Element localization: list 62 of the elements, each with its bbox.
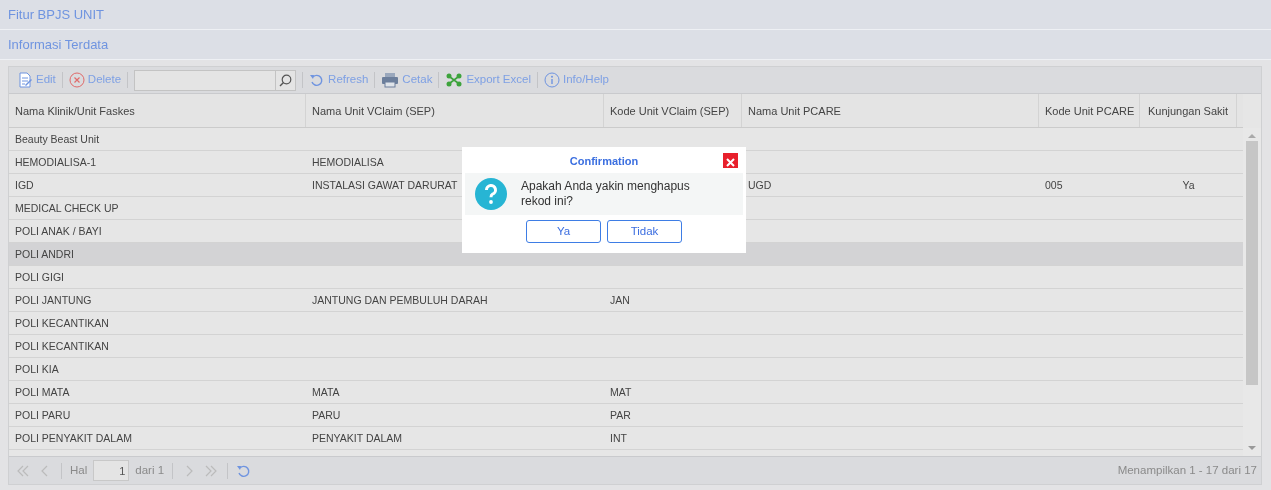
table-cell: Ya (1182, 179, 1195, 191)
table-cell: PAR (610, 409, 631, 421)
table-cell: POLI KECANTIKAN (15, 317, 109, 329)
table-cell: PENYAKIT DALAM (312, 432, 403, 444)
table-cell: Beauty Beast Unit (15, 133, 100, 145)
page-field[interactable]: 1 (93, 460, 130, 481)
table-cell: POLI ANDRI (15, 248, 74, 260)
table-cell: IGD (15, 179, 34, 191)
table-cell: JANTUNG DAN PEMBULUH DARAH (312, 294, 488, 306)
table-cell: JAN (610, 294, 630, 306)
table-cell: HEMODIALISA (312, 156, 384, 168)
table-cell: INSTALASI GAWAT DARURAT (312, 179, 458, 191)
page-label: Hal (70, 462, 88, 478)
table-row[interactable]: POLI KIA (9, 358, 1243, 381)
table-row[interactable]: POLI PARU PARU PAR (9, 404, 1243, 427)
column-header[interactable]: Nama Unit PCARE (742, 94, 1039, 127)
table-row[interactable]: POLI JANTUNG JANTUNG DAN PEMBULUH DARAH JAN (9, 289, 1243, 312)
page-title: Fitur BPJS UNIT (0, 0, 1271, 30)
table-cell: UGD (748, 179, 772, 191)
table-cell: MAT (610, 386, 632, 398)
column-header[interactable]: Nama Unit VClaim (SEP) (306, 94, 604, 127)
table-cell: MEDICAL CHECK UP (15, 202, 119, 214)
edit-icon (17, 72, 33, 88)
column-header[interactable]: Kunjungan Sakit (1140, 94, 1237, 127)
table-cell: PARU (312, 409, 341, 421)
table-cell: POLI GIGI (15, 271, 64, 283)
delete-icon (68, 72, 85, 88)
scroll-down-icon[interactable] (1248, 445, 1256, 451)
excel-icon (445, 72, 464, 88)
printer-icon (381, 72, 400, 88)
question-icon (475, 178, 507, 210)
close-icon[interactable] (723, 153, 738, 168)
info-icon (543, 72, 560, 88)
table-row[interactable]: POLI PENYAKIT DALAM PENYAKIT DALAM INT (9, 427, 1243, 450)
column-header[interactable]: Kode Unit VClaim (SEP) (604, 94, 742, 127)
table-row[interactable]: POLI KECANTIKAN (9, 335, 1243, 358)
column-header[interactable]: Kode Unit PCARE (1039, 94, 1140, 127)
table-row[interactable]: POLI KECANTIKAN (9, 312, 1243, 335)
scroll-up-icon[interactable] (1248, 133, 1256, 139)
dialog-message: Apakah Anda yakin menghapus rekod ini? (521, 179, 691, 209)
first-page-icon[interactable] (15, 463, 31, 478)
table-row[interactable]: POLI GIGI (9, 266, 1243, 289)
table-cell: POLI MATA (15, 386, 70, 398)
table-cell: MATA (312, 386, 340, 398)
table-cell: POLI KECANTIKAN (15, 340, 109, 352)
cancel-button[interactable]: Tidak (607, 220, 682, 243)
table-row[interactable]: POLI MATA MATA MAT (9, 381, 1243, 404)
table-cell: POLI KIA (15, 363, 59, 375)
section-title: Informasi Terdata (0, 30, 1271, 60)
confirm-button[interactable]: Ya (526, 220, 601, 243)
table-cell: INT (610, 432, 627, 444)
table-cell: POLI PARU (15, 409, 71, 421)
record-summary: Menampilkan 1 - 17 dari 17 (1117, 462, 1257, 478)
dialog-title: Confirmation (569, 154, 639, 169)
table-cell: POLI JANTUNG (15, 294, 92, 306)
table-row[interactable]: POLI ANDRI (9, 243, 1243, 266)
table-cell: POLI ANAK / BAYI (15, 225, 102, 237)
table-cell: HEMODIALISA-1 (15, 156, 97, 168)
table-cell: 005 (1045, 179, 1063, 191)
column-header[interactable]: Nama Klinik/Unit Faskes (9, 94, 306, 127)
table-cell: POLI PENYAKIT DALAM (15, 432, 132, 444)
page-count: dari 1 (135, 462, 165, 478)
